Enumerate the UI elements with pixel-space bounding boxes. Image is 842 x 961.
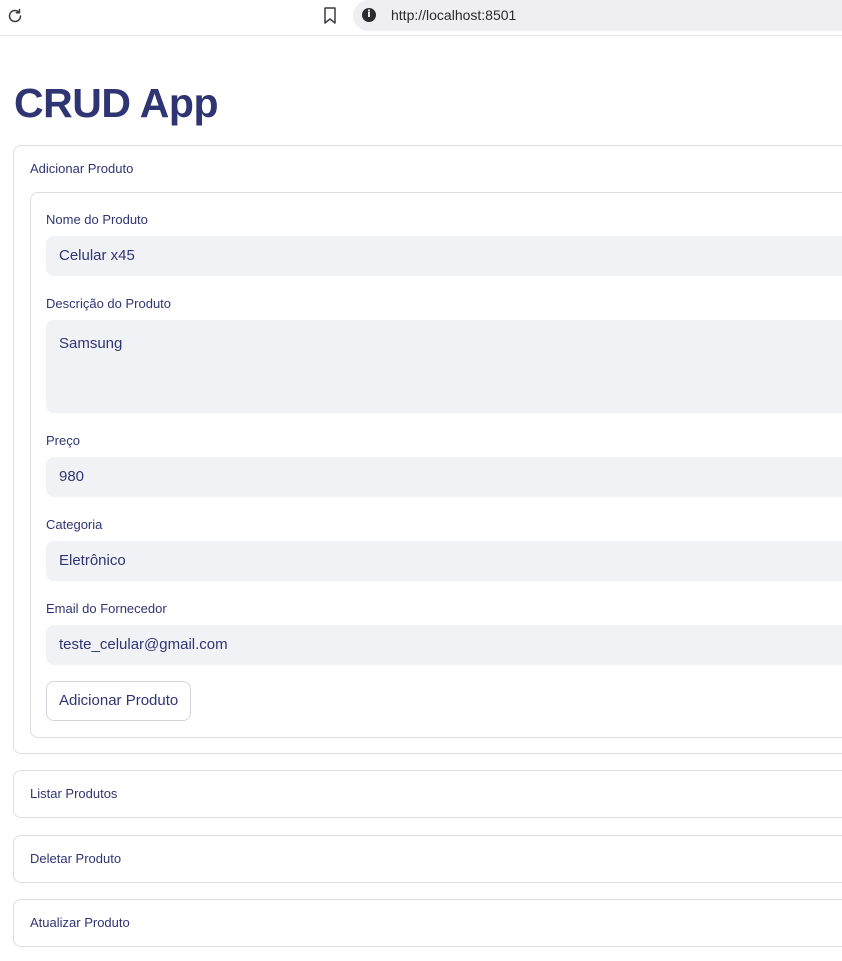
product-price-input[interactable]: 980 bbox=[46, 457, 842, 497]
product-price-label: Preço bbox=[46, 433, 80, 448]
info-icon[interactable]: i bbox=[362, 8, 376, 22]
product-name-label: Nome do Produto bbox=[46, 212, 148, 227]
expander-delete-product[interactable]: Deletar Produto bbox=[13, 835, 842, 883]
expander-list-products-label[interactable]: Listar Produtos bbox=[30, 786, 117, 801]
supplier-email-input[interactable]: teste_celular@gmail.com bbox=[46, 625, 842, 665]
browser-toolbar: i http://localhost:8501 bbox=[0, 0, 842, 36]
url-text[interactable]: http://localhost:8501 bbox=[391, 7, 516, 23]
reload-icon[interactable] bbox=[6, 7, 24, 25]
product-description-textarea[interactable]: Samsung bbox=[46, 320, 842, 413]
address-bar[interactable]: i http://localhost:8501 bbox=[353, 0, 842, 31]
product-category-label: Categoria bbox=[46, 517, 103, 532]
expander-add-product: Adicionar Produto Nome do Produto Celula… bbox=[13, 145, 842, 754]
expander-list-products[interactable]: Listar Produtos bbox=[13, 770, 842, 818]
expander-delete-product-label[interactable]: Deletar Produto bbox=[30, 851, 121, 866]
expander-update-product[interactable]: Atualizar Produto bbox=[13, 899, 842, 947]
product-name-input[interactable]: Celular x45 bbox=[46, 236, 842, 276]
bookmark-icon[interactable] bbox=[322, 6, 338, 26]
add-product-form: Nome do Produto Celular x45 Descrição do… bbox=[30, 192, 842, 738]
expander-add-product-label[interactable]: Adicionar Produto bbox=[30, 161, 133, 176]
product-description-label: Descrição do Produto bbox=[46, 296, 172, 311]
product-category-input[interactable]: Eletrônico bbox=[46, 541, 842, 581]
add-product-button[interactable]: Adicionar Produto bbox=[46, 681, 192, 721]
page-title: CRUD App bbox=[14, 80, 219, 126]
expander-update-product-label[interactable]: Atualizar Produto bbox=[30, 915, 130, 930]
supplier-email-label: Email do Fornecedor bbox=[46, 601, 167, 616]
